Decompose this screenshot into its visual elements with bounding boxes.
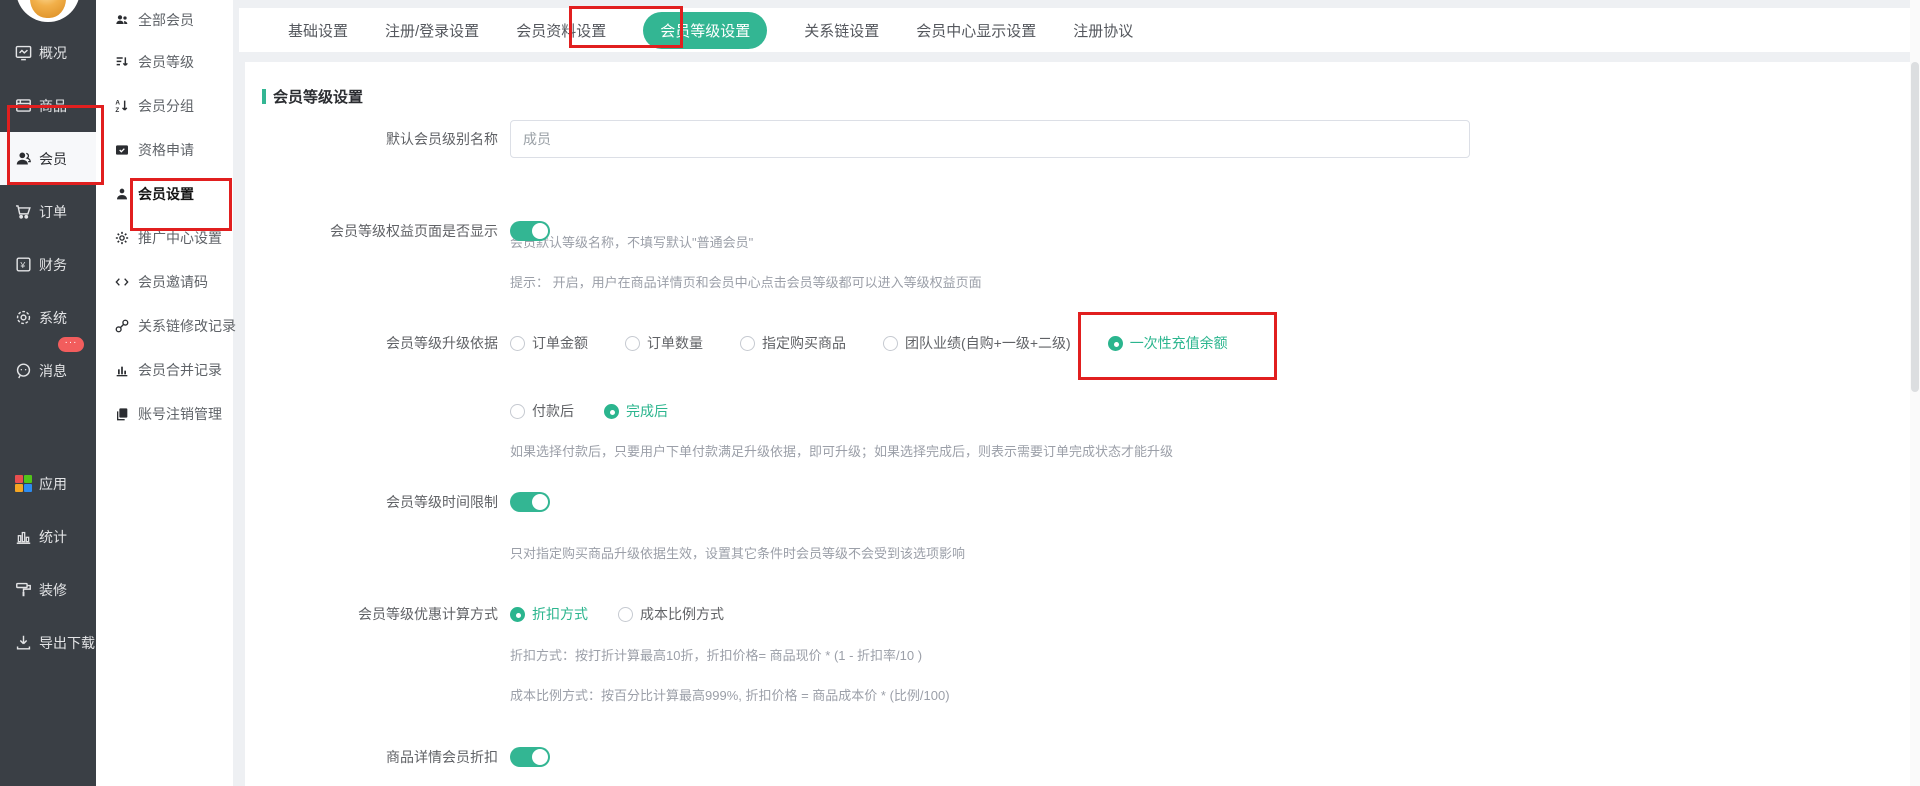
system-gear-icon <box>13 308 33 328</box>
sidebar-item-invite-code[interactable]: 会员邀请码 <box>96 260 233 304</box>
link-icon <box>113 318 130 335</box>
sidebar-item-promotion-center-settings[interactable]: 推广中心设置 <box>96 216 233 260</box>
radio-after-completion[interactable]: 完成后 <box>604 401 668 421</box>
message-badge: ··· <box>58 337 84 352</box>
sidebar-item-member-merge-record[interactable]: 会员合并记录 <box>96 348 233 392</box>
avatar-image <box>30 0 66 18</box>
code-icon <box>113 274 130 291</box>
tab-member-level-settings[interactable]: 会员等级设置 <box>643 12 767 49</box>
copy-icon <box>113 406 130 423</box>
scrollbar-track[interactable] <box>1910 0 1920 786</box>
statistics-icon <box>13 527 33 547</box>
time-limit-help: 只对指定购买商品升级依据生效，设置其它条件时会员等级不会受到该选项影响 <box>510 543 965 562</box>
radio-one-time-recharge[interactable]: 一次性充值余额 <box>1108 333 1228 353</box>
sidebar-item-finance[interactable]: ¥ 财务 <box>0 238 96 291</box>
tab-member-center-display-settings[interactable]: 会员中心显示设置 <box>916 20 1036 41</box>
time-limit-toggle[interactable] <box>510 492 550 512</box>
overview-icon <box>13 43 33 63</box>
radio-dot <box>625 336 640 351</box>
sidebar-item-apps[interactable]: 应用 <box>0 457 96 510</box>
paint-roller-icon <box>13 580 33 600</box>
sidebar-item-system[interactable]: 系统 <box>0 291 96 344</box>
sort-az-icon: AZ <box>113 98 130 115</box>
radio-specified-product[interactable]: 指定购买商品 <box>740 333 846 353</box>
radio-after-payment[interactable]: 付款后 <box>510 401 574 421</box>
radio-dot <box>510 336 525 351</box>
settings-tabbar: 基础设置 注册/登录设置 会员资料设置 会员等级设置 关系链设置 会员中心显示设… <box>239 8 1920 52</box>
default-level-name-input[interactable] <box>510 120 1470 158</box>
toggle-knob <box>532 223 548 239</box>
tab-member-profile-settings[interactable]: 会员资料设置 <box>516 20 606 41</box>
radio-cost-ratio-mode[interactable]: 成本比例方式 <box>618 604 724 624</box>
default-level-name-label: 默认会员级别名称 <box>245 129 498 149</box>
radio-discount-mode[interactable]: 折扣方式 <box>510 604 588 624</box>
rights-page-help: 提示： 开启，用户在商品详情页和会员中心点击会员等级都可以进入等级权益页面 <box>510 272 982 291</box>
member-icon <box>13 149 33 169</box>
finance-icon: ¥ <box>13 255 33 275</box>
rights-page-label: 会员等级权益页面是否显示 <box>245 221 498 241</box>
person-icon <box>113 186 130 203</box>
group-icon <box>113 12 130 29</box>
sidebar-item-order[interactable]: 订单 <box>0 185 96 238</box>
upgrade-timing-help: 如果选择付款后，只要用户下单付款满足升级依据，即可升级；如果选择完成后，则表示需… <box>510 441 1173 460</box>
discount-mode-help: 折扣方式：按打折计算最高10折，折扣价格= 商品现价 * (1 - 折扣率/10… <box>510 645 922 664</box>
sort-desc-icon <box>113 54 130 71</box>
product-icon <box>13 96 33 116</box>
rights-page-toggle[interactable] <box>510 221 550 241</box>
svg-text:Z: Z <box>115 107 119 114</box>
radio-dot <box>510 404 525 419</box>
toggle-knob <box>532 749 548 765</box>
tab-register-login-settings[interactable]: 注册/登录设置 <box>385 20 479 41</box>
tab-relation-chain-settings[interactable]: 关系链设置 <box>804 20 879 41</box>
sidebar-item-export-download[interactable]: 导出下载 <box>0 616 96 669</box>
radio-order-amount[interactable]: 订单金额 <box>510 333 588 353</box>
sidebar-item-member-group[interactable]: AZ 会员分组 <box>96 84 233 128</box>
time-limit-label: 会员等级时间限制 <box>245 492 498 512</box>
detail-discount-toggle[interactable] <box>510 747 550 767</box>
sidebar-item-message[interactable]: ··· 消息 <box>0 344 96 397</box>
member-level-settings-panel: 会员等级设置 默认会员级别名称 会员默认等级名称，不填写默认"普通会员" 会员等… <box>245 62 1910 786</box>
radio-dot-selected <box>1108 336 1123 351</box>
sidebar-item-member-settings[interactable]: 会员设置 <box>96 172 233 216</box>
gear-icon <box>113 230 130 247</box>
sidebar-item-all-members[interactable]: 全部会员 <box>96 0 233 40</box>
sidebar-item-member[interactable]: 会员 <box>0 132 96 185</box>
radio-dot-selected <box>510 607 525 622</box>
radio-dot <box>740 336 755 351</box>
bar-chart-icon <box>113 362 130 379</box>
download-icon <box>13 633 33 653</box>
sidebar-item-statistics[interactable]: 统计 <box>0 510 96 563</box>
avatar[interactable] <box>16 0 80 22</box>
sidebar-item-qualification-apply[interactable]: 资格申请 <box>96 128 233 172</box>
discount-mode-label: 会员等级优惠计算方式 <box>245 604 498 624</box>
sidebar-item-product[interactable]: 商品 <box>0 79 96 132</box>
cost-ratio-help: 成本比例方式：按百分比计算最高999%, 折扣价格 = 商品成本价 * (比例/… <box>510 685 950 704</box>
message-icon <box>13 361 33 381</box>
svg-text:¥: ¥ <box>19 260 25 270</box>
order-cart-icon <box>13 202 33 222</box>
detail-discount-label: 商品详情会员折扣 <box>245 747 498 767</box>
tab-basic-settings[interactable]: 基础设置 <box>288 20 348 41</box>
sidebar-item-decoration[interactable]: 装修 <box>0 563 96 616</box>
member-sub-sidebar: 全部会员 会员等级 AZ 会员分组 资格申请 会员设置 推广中心设置 会员邀请码… <box>96 0 233 786</box>
radio-order-count[interactable]: 订单数量 <box>625 333 703 353</box>
radio-dot-selected <box>604 404 619 419</box>
sidebar-item-account-cancellation[interactable]: 账号注销管理 <box>96 392 233 436</box>
svg-text:A: A <box>115 100 120 107</box>
tab-register-agreement[interactable]: 注册协议 <box>1073 20 1133 41</box>
radio-dot <box>883 336 898 351</box>
folder-check-icon <box>113 142 130 159</box>
upgrade-basis-label: 会员等级升级依据 <box>245 333 498 353</box>
sidebar-item-member-level[interactable]: 会员等级 <box>96 40 233 84</box>
sidebar-item-relation-chain-log[interactable]: 关系链修改记录 <box>96 304 233 348</box>
radio-team-performance[interactable]: 团队业绩(自购+一级+二级) <box>883 333 1071 353</box>
scrollbar-thumb[interactable] <box>1911 62 1919 392</box>
radio-dot <box>618 607 633 622</box>
main-sidebar: 概况 商品 会员 订单 ¥ 财务 系统 ··· 消息 应用 <box>0 0 96 786</box>
sidebar-item-overview[interactable]: 概况 <box>0 26 96 79</box>
apps-grid-icon <box>13 474 33 494</box>
toggle-knob <box>532 494 548 510</box>
